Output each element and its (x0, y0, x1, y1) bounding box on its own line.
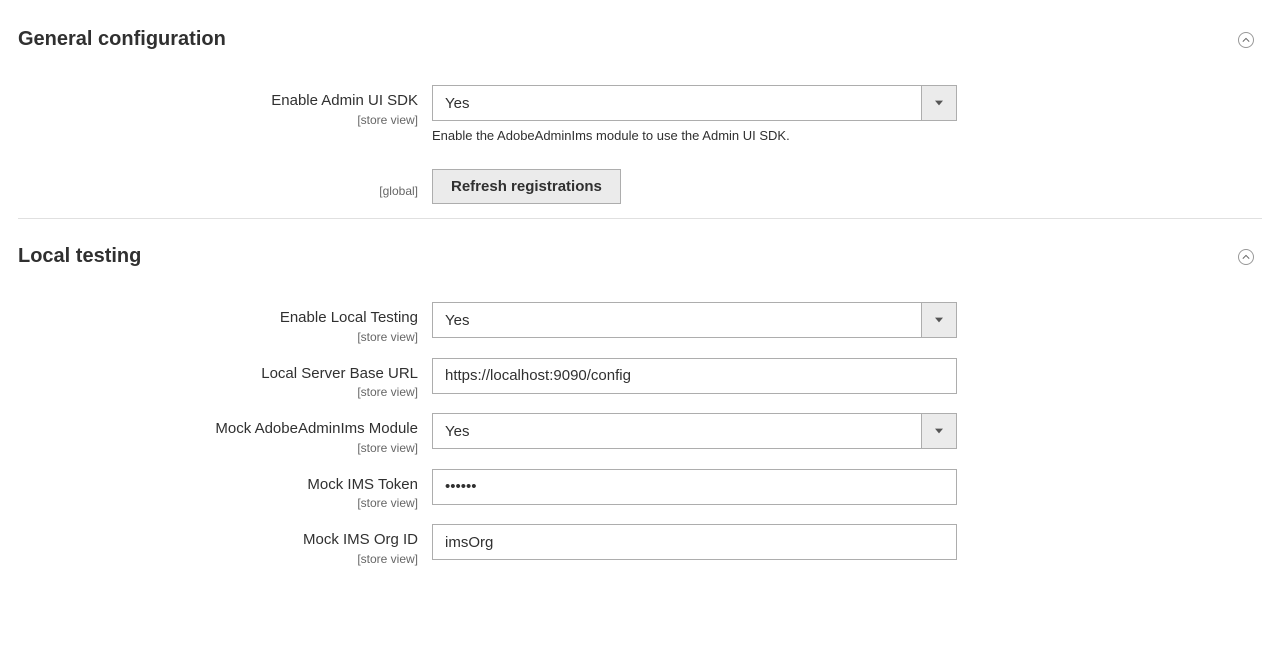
label-mock-module: Mock AdobeAdminIms Module (215, 420, 418, 437)
field-label-col: [global] (18, 176, 432, 198)
field-mock-module: Mock AdobeAdminIms Module [store view] (18, 413, 1262, 455)
section-divider (18, 218, 1262, 219)
section-content-local: Enable Local Testing [store view] Local … (18, 282, 1262, 566)
field-mock-org: Mock IMS Org ID [store view] (18, 524, 1262, 566)
field-enable-local: Enable Local Testing [store view] (18, 302, 1262, 344)
field-input-col: Refresh registrations (432, 169, 621, 204)
section-title-general: General configuration (18, 28, 226, 51)
scope-refresh: [global] (18, 184, 418, 198)
field-base-url: Local Server Base URL [store view] (18, 358, 1262, 400)
section-header-general[interactable]: General configuration (18, 20, 1262, 65)
field-input-col: Enable the AdobeAdminIms module to use t… (432, 85, 957, 145)
help-enable-sdk: Enable the AdobeAdminIms module to use t… (432, 127, 957, 145)
label-mock-org: Mock IMS Org ID (303, 531, 418, 548)
chevron-up-icon[interactable] (1238, 32, 1254, 48)
chevron-up-icon[interactable] (1238, 249, 1254, 265)
field-label-col: Enable Admin UI SDK [store view] (18, 85, 432, 127)
scope-enable-sdk: [store view] (18, 113, 418, 127)
input-mock-org[interactable] (432, 524, 957, 560)
field-enable-sdk: Enable Admin UI SDK [store view] Enable … (18, 85, 1262, 145)
field-label-col: Mock IMS Org ID [store view] (18, 524, 432, 566)
field-input-col (432, 469, 957, 505)
select-enable-local[interactable] (432, 302, 957, 338)
section-content-general: Enable Admin UI SDK [store view] Enable … (18, 65, 1262, 204)
select-wrap-enable-local (432, 302, 957, 338)
select-mock-module[interactable] (432, 413, 957, 449)
field-label-col: Mock AdobeAdminIms Module [store view] (18, 413, 432, 455)
field-input-col (432, 302, 957, 338)
section-title-local: Local testing (18, 245, 141, 268)
scope-base-url: [store view] (18, 385, 418, 399)
field-label-col: Mock IMS Token [store view] (18, 469, 432, 511)
refresh-registrations-button[interactable]: Refresh registrations (432, 169, 621, 204)
label-enable-local: Enable Local Testing (280, 309, 418, 326)
field-input-col (432, 413, 957, 449)
input-mock-token[interactable] (432, 469, 957, 505)
field-mock-token: Mock IMS Token [store view] (18, 469, 1262, 511)
scope-enable-local: [store view] (18, 330, 418, 344)
scope-mock-token: [store view] (18, 496, 418, 510)
scope-mock-module: [store view] (18, 441, 418, 455)
field-input-col (432, 358, 957, 394)
select-wrap-enable-sdk (432, 85, 957, 121)
select-wrap-mock-module (432, 413, 957, 449)
label-base-url: Local Server Base URL (261, 365, 418, 382)
field-label-col: Local Server Base URL [store view] (18, 358, 432, 400)
label-mock-token: Mock IMS Token (307, 476, 418, 493)
field-refresh: [global] Refresh registrations (18, 169, 1262, 204)
input-base-url[interactable] (432, 358, 957, 394)
field-input-col (432, 524, 957, 560)
field-label-col: Enable Local Testing [store view] (18, 302, 432, 344)
scope-mock-org: [store view] (18, 552, 418, 566)
section-header-local[interactable]: Local testing (18, 237, 1262, 282)
select-enable-sdk[interactable] (432, 85, 957, 121)
label-enable-sdk: Enable Admin UI SDK (271, 92, 418, 109)
